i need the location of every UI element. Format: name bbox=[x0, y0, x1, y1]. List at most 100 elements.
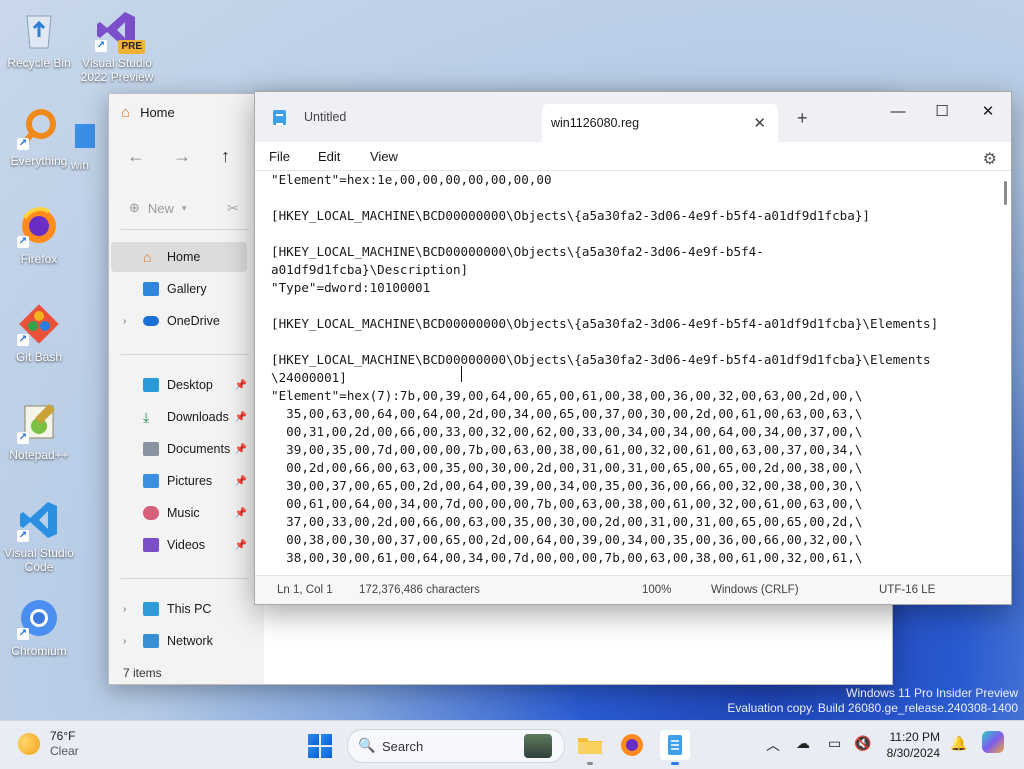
nav-item-videos[interactable]: Videos 📌 bbox=[111, 530, 247, 560]
plus-circle-icon: ⊕ bbox=[129, 200, 140, 215]
pin-icon[interactable]: 📌 bbox=[235, 476, 247, 487]
weather-widget[interactable]: 76°F Clear bbox=[18, 729, 79, 759]
git-bash-icon: ↗ bbox=[17, 302, 61, 346]
nav-item-music[interactable]: Music 📌 bbox=[111, 498, 247, 528]
videos-icon bbox=[143, 538, 159, 552]
chevron-up-icon[interactable]: ︿ bbox=[766, 735, 780, 755]
everything-search-icon: ↗ bbox=[17, 106, 61, 150]
home-icon: ⌂ bbox=[121, 104, 131, 121]
encoding[interactable]: UTF-16 LE bbox=[879, 584, 935, 596]
tab-win1126080-reg[interactable]: win1126080.reg ✕ bbox=[542, 104, 778, 142]
chevron-right-icon[interactable]: › bbox=[123, 636, 126, 647]
nav-item-onedrive[interactable]: › OneDrive bbox=[111, 306, 247, 336]
nav-item-label: Gallery bbox=[167, 282, 207, 296]
network-off-icon[interactable]: ☁ bbox=[796, 735, 810, 752]
shortcut-arrow-icon: ↗ bbox=[17, 432, 29, 444]
maximize-button[interactable]: ☐ bbox=[919, 98, 965, 126]
taskbar-search[interactable]: 🔍 Search bbox=[347, 729, 565, 763]
search-highlight-icon bbox=[524, 734, 552, 758]
home-icon: ⌂ bbox=[143, 249, 152, 265]
menu-view[interactable]: View bbox=[370, 149, 398, 164]
start-button[interactable] bbox=[308, 734, 332, 758]
back-arrow-icon[interactable]: ← bbox=[127, 146, 145, 167]
tab-untitled[interactable]: Untitled bbox=[265, 102, 535, 132]
running-indicator bbox=[587, 762, 593, 765]
desktop-icon-firefox[interactable]: ↗ Firefox bbox=[2, 204, 76, 266]
shortcut-arrow-icon: ↗ bbox=[95, 40, 107, 52]
shortcut-arrow-icon: ↗ bbox=[17, 334, 29, 346]
notepad-window[interactable]: Untitled win1126080.reg ✕ + — ☐ ✕ File E… bbox=[254, 91, 1012, 605]
taskbar-notepad[interactable] bbox=[660, 730, 690, 765]
chevron-right-icon[interactable]: › bbox=[123, 316, 126, 327]
system-clock[interactable]: 11:20 PM 8/30/2024 bbox=[878, 729, 940, 761]
desktop-icon-notepadplusplus[interactable]: ↗ Notepad++ bbox=[2, 400, 76, 462]
desktop-icon-vscode[interactable]: ↗ Visual Studio Code bbox=[2, 498, 76, 574]
notification-bell-icon[interactable]: 🔔 bbox=[950, 735, 967, 752]
close-window-button[interactable]: ✕ bbox=[965, 98, 1011, 126]
menu-file[interactable]: File bbox=[269, 149, 290, 164]
nav-item-downloads[interactable]: ⤓ Downloads 📌 bbox=[111, 402, 247, 432]
cut-icon[interactable]: ✂ bbox=[227, 200, 239, 217]
forward-arrow-icon[interactable]: → bbox=[173, 146, 191, 167]
notepad-status-bar: Ln 1, Col 1 172,376,486 characters 100% … bbox=[255, 575, 1011, 604]
notepad-menubar: File Edit View ⚙ bbox=[255, 142, 1011, 171]
new-tab-plus-icon[interactable]: + bbox=[797, 108, 808, 129]
new-button[interactable]: ⊕ New ▾ bbox=[129, 200, 186, 216]
search-icon: 🔍 bbox=[358, 737, 376, 753]
desktop-icon-recycle-bin[interactable]: Recycle Bin bbox=[2, 8, 76, 70]
copilot-preview-icon[interactable] bbox=[982, 731, 1004, 753]
volume-muted-icon[interactable]: 🔇 bbox=[854, 735, 871, 752]
notepad-titlebar[interactable]: Untitled win1126080.reg ✕ + — ☐ ✕ bbox=[255, 92, 1011, 142]
desktop-icon-win[interactable]: win bbox=[60, 120, 100, 172]
nav-item-pictures[interactable]: Pictures 📌 bbox=[111, 466, 247, 496]
up-arrow-icon[interactable]: ↑ bbox=[221, 146, 230, 167]
pin-icon[interactable]: 📌 bbox=[235, 540, 247, 551]
explorer-tab-home[interactable]: ⌂ Home bbox=[121, 104, 175, 121]
chevron-right-icon[interactable]: › bbox=[123, 604, 126, 615]
nav-item-network[interactable]: › Network bbox=[111, 626, 247, 656]
nav-item-documents[interactable]: Documents 📌 bbox=[111, 434, 247, 464]
windows-logo-pane bbox=[308, 747, 319, 758]
pin-icon[interactable]: 📌 bbox=[235, 412, 247, 423]
chromium-icon: ↗ bbox=[17, 596, 61, 640]
minimize-button[interactable]: — bbox=[875, 98, 921, 126]
nav-item-label: Music bbox=[167, 506, 200, 520]
line-ending[interactable]: Windows (CRLF) bbox=[711, 584, 799, 596]
weather-moon-icon bbox=[18, 733, 40, 755]
desktop-icon-label: Visual Studio 2022 Preview bbox=[80, 56, 154, 84]
explorer-content-area[interactable] bbox=[264, 604, 892, 684]
pin-icon[interactable]: 📌 bbox=[235, 508, 247, 519]
explorer-tab-label: Home bbox=[140, 105, 175, 120]
explorer-status-bar: 7 items bbox=[123, 666, 162, 680]
desktop-icon-visual-studio-preview[interactable]: PRE ↗ Visual Studio 2022 Preview bbox=[80, 8, 154, 84]
pin-icon[interactable]: 📌 bbox=[235, 444, 247, 455]
nav-item-home[interactable]: ⌂ Home bbox=[111, 242, 247, 272]
desktop-icon-chromium[interactable]: ↗ Chromium bbox=[2, 596, 76, 658]
gear-icon[interactable]: ⚙ bbox=[983, 149, 997, 169]
tab-label: win1126080.reg bbox=[551, 116, 640, 130]
zoom-level[interactable]: 100% bbox=[642, 584, 671, 596]
desktop-icon-git-bash[interactable]: ↗ Git Bash bbox=[2, 302, 76, 364]
vertical-scrollbar-thumb[interactable] bbox=[1004, 181, 1007, 205]
tab-label: Untitled bbox=[304, 110, 347, 124]
nav-item-this-pc[interactable]: › This PC bbox=[111, 594, 247, 624]
desktop-icon-label: Visual Studio Code bbox=[4, 546, 74, 574]
notepad-icon bbox=[668, 735, 682, 755]
nav-item-gallery[interactable]: Gallery bbox=[111, 274, 247, 304]
taskbar-firefox[interactable] bbox=[617, 730, 647, 760]
menu-edit[interactable]: Edit bbox=[318, 149, 340, 164]
desktop-icon-label: Chromium bbox=[11, 644, 67, 658]
divider bbox=[121, 578, 249, 579]
character-count: 172,376,486 characters bbox=[359, 584, 480, 596]
close-tab-icon[interactable]: ✕ bbox=[753, 114, 766, 132]
text-editor-area[interactable]: "Element"=hex:1e,00,00,00,00,00,00,00 [H… bbox=[255, 171, 997, 568]
shortcut-arrow-icon: ↗ bbox=[17, 236, 29, 248]
documents-icon bbox=[143, 442, 159, 456]
display-icon[interactable]: ▭ bbox=[828, 735, 841, 752]
desktop-icon-label: Git Bash bbox=[15, 350, 63, 364]
shortcut-arrow-icon: ↗ bbox=[17, 138, 29, 150]
pin-icon[interactable]: 📌 bbox=[235, 380, 247, 391]
nav-item-desktop[interactable]: Desktop 📌 bbox=[111, 370, 247, 400]
taskbar-file-explorer[interactable] bbox=[575, 730, 605, 765]
this-pc-icon bbox=[143, 602, 159, 616]
